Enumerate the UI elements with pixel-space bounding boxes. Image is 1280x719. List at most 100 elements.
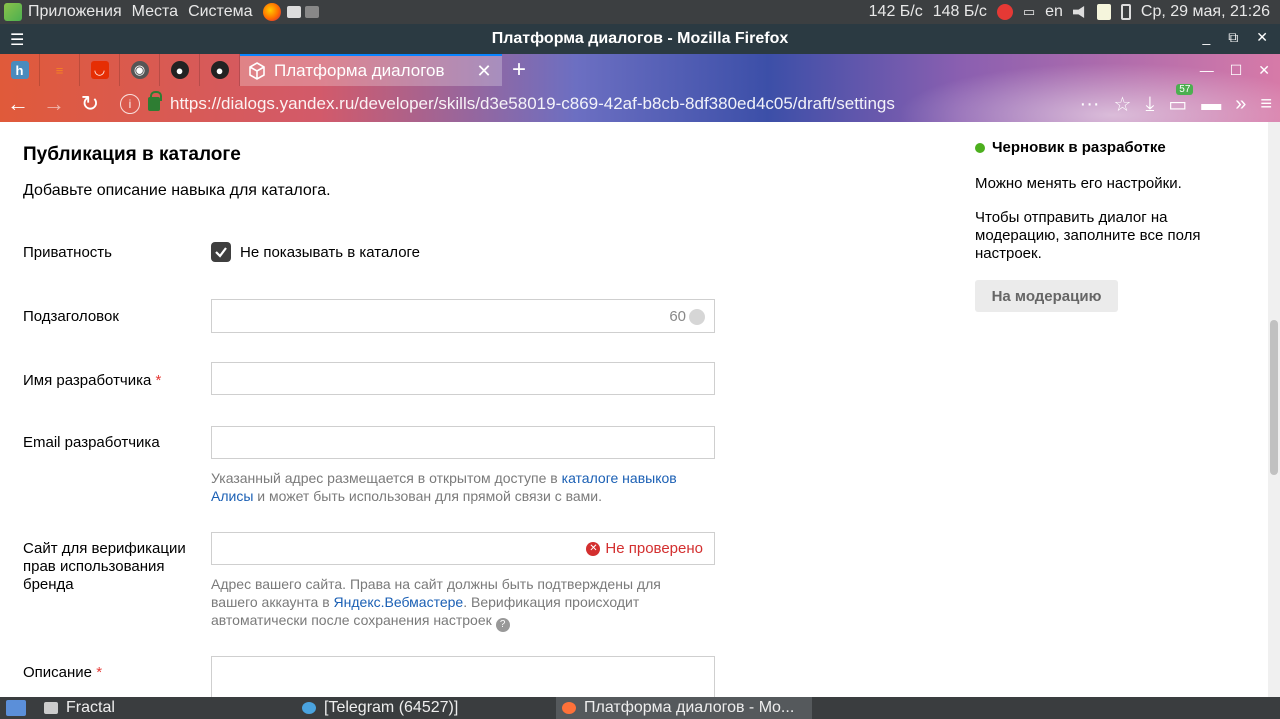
developer-email-label: Email разработчика (23, 434, 160, 451)
pinned-tab-github-1[interactable]: ● (160, 54, 200, 86)
url-text[interactable]: https://dialogs.yandex.ru/developer/skil… (170, 94, 895, 114)
clock[interactable]: Ср, 29 мая, 21:26 (1141, 3, 1270, 21)
brand-site-hint: Адрес вашего сайта. Права на сайт должны… (211, 575, 711, 632)
clipboard-icon[interactable] (1096, 4, 1111, 20)
taskbar-item-label: [Telegram (64527)] (324, 699, 459, 716)
browser-close-icon[interactable]: ✕ (1258, 62, 1270, 79)
window-menu-icon[interactable]: ☰ (10, 30, 24, 50)
new-tab-button[interactable]: + (502, 56, 536, 84)
pinned-tab-habr[interactable]: h (0, 54, 40, 86)
developer-name-label-text: Имя разработчика (23, 372, 152, 389)
email-hint-text-end: и может быть использован для прямой связ… (253, 488, 602, 504)
incognito-icon[interactable]: ▬ (1201, 93, 1221, 116)
window-titlebar: ☰ Платформа диалогов - Mozilla Firefox _… (0, 24, 1280, 54)
bookmark-star-icon[interactable]: ☆ (1114, 92, 1132, 117)
notes-launcher-icon[interactable] (286, 6, 301, 18)
privacy-checkbox-label[interactable]: Не показывать в каталоге (240, 244, 420, 261)
subtitle-char-counter: 60 (669, 308, 686, 325)
draft-status: Черновик в разработке (975, 139, 1166, 156)
brand-site-input[interactable]: ✕ Не проверено (211, 532, 715, 565)
developer-email-hint: Указанный адрес размещается в открытом д… (211, 469, 711, 505)
menu-places[interactable]: Места (132, 3, 178, 21)
developer-name-input[interactable] (211, 362, 715, 395)
pinned-tab-browser[interactable]: ◉ (120, 54, 160, 86)
hamburger-menu-icon[interactable]: ≡ (1260, 93, 1272, 116)
status-dot-icon (975, 142, 985, 153)
developer-email-input[interactable] (211, 426, 715, 459)
error-icon: ✕ (586, 541, 601, 556)
back-icon[interactable]: ← (0, 91, 36, 117)
checkmark-icon (215, 247, 227, 258)
counter-indicator-icon (689, 309, 705, 325)
volume-icon[interactable] (1072, 6, 1085, 18)
pinned-tab-aliexpress[interactable]: ◡ (80, 54, 120, 86)
taskbar-item-label: Fractal (66, 699, 115, 716)
restore-icon[interactable]: ⧉ (1228, 29, 1238, 46)
fractal-icon (44, 702, 58, 714)
page-actions-icon[interactable]: ··· (1080, 93, 1100, 116)
webmaster-link[interactable]: Яндекс.Вебмастере (334, 594, 464, 610)
taskbar-item-firefox[interactable]: Платформа диалогов - Mo... (556, 697, 812, 719)
taskbar-item-fractal[interactable]: Fractal (44, 697, 294, 719)
taskbar-item-label: Платформа диалогов - Mo... (584, 699, 795, 716)
telegram-icon (302, 702, 316, 714)
draft-status-text: Черновик в разработке (992, 139, 1166, 156)
close-icon[interactable]: ✕ (1256, 29, 1268, 46)
system-top-panel: Приложения Места Система 142 Б/с 148 Б/с… (0, 0, 1280, 24)
extension-icon[interactable]: ▭ 57 (1168, 84, 1194, 117)
screen-tray-icon[interactable]: ▭ (1023, 4, 1035, 20)
tab-close-icon[interactable]: ✕ (474, 61, 494, 82)
overflow-menu-icon[interactable]: » (1235, 93, 1246, 116)
reload-icon[interactable]: ↻ (72, 91, 108, 117)
system-logo-icon[interactable] (4, 3, 22, 21)
extension-badge: 57 (1176, 84, 1194, 95)
vk-tray-icon[interactable] (996, 4, 1013, 20)
browser-toolbar: h ≡ ◡ ◉ ● ● Платформа диалогов ✕ + — ☐ ✕… (0, 54, 1280, 122)
scrollbar-thumb[interactable] (1270, 320, 1278, 475)
verification-status-text: Не проверено (605, 540, 703, 557)
net-up-rate: 148 Б/с (932, 3, 987, 20)
url-bar[interactable]: i https://dialogs.yandex.ru/developer/sk… (112, 90, 1052, 118)
minimize-icon[interactable]: _ (1202, 29, 1210, 46)
brand-site-label: Сайт для верификации прав использования … (23, 540, 186, 593)
privacy-checkbox-row[interactable]: Не показывать в каталоге (211, 242, 420, 262)
send-to-moderation-button[interactable]: На модерацию (975, 280, 1118, 312)
bottom-taskbar: Fractal [Telegram (64527)] Платформа диа… (0, 697, 1280, 719)
subtitle-input[interactable]: 60 (211, 299, 715, 333)
help-icon[interactable]: ? (495, 618, 510, 632)
privacy-checkbox[interactable] (211, 242, 231, 262)
forward-icon[interactable]: → (36, 91, 72, 117)
browser-minimize-icon[interactable]: — (1200, 62, 1214, 79)
lock-icon (148, 91, 162, 111)
section-description: Добавьте описание навыка для каталога. (23, 182, 331, 199)
page-content: Публикация в каталоге Добавьте описание … (0, 122, 1280, 697)
keyboard-layout[interactable]: en (1045, 3, 1063, 21)
battery-icon[interactable] (1120, 4, 1131, 20)
page-scrollbar[interactable] (1268, 122, 1280, 697)
tab-active[interactable]: Платформа диалогов ✕ (240, 54, 502, 86)
verification-status: ✕ Не проверено (586, 540, 703, 557)
section-title: Публикация в каталоге (23, 144, 241, 165)
menu-applications[interactable]: Приложения (28, 3, 122, 21)
description-textarea[interactable] (211, 656, 715, 697)
cube-icon (249, 62, 265, 80)
tab-strip: h ≡ ◡ ◉ ● ● Платформа диалогов ✕ + — ☐ ✕ (0, 54, 1280, 86)
menu-system[interactable]: Система (188, 3, 252, 21)
downloads-icon[interactable]: ⤓ (1145, 93, 1154, 116)
email-hint-text: Указанный адрес размещается в открытом д… (211, 470, 562, 486)
pinned-tab-github-2[interactable]: ● (200, 54, 240, 86)
developer-name-label: Имя разработчика * (23, 372, 161, 390)
browser-maximize-icon[interactable]: ☐ (1230, 62, 1243, 79)
firefox-launcher-icon[interactable] (262, 3, 281, 21)
firefox-icon (562, 702, 576, 714)
net-down-rate: 142 Б/с (868, 3, 923, 20)
sidebar-note-1: Можно менять его настройки. (975, 175, 1182, 192)
window-title: Платформа диалогов - Mozilla Firefox (491, 30, 789, 47)
terminal-launcher-icon[interactable] (304, 6, 319, 18)
site-info-icon[interactable]: i (120, 94, 140, 114)
navigation-bar: ← → ↻ i https://dialogs.yandex.ru/develo… (0, 84, 1280, 122)
taskbar-item-telegram[interactable]: [Telegram (64527)] (302, 697, 548, 719)
show-desktop-icon[interactable] (6, 700, 26, 716)
sidebar-note-2: Чтобы отправить диалог на модерацию, зап… (975, 209, 1201, 262)
pinned-tab-stackoverflow[interactable]: ≡ (40, 54, 80, 86)
